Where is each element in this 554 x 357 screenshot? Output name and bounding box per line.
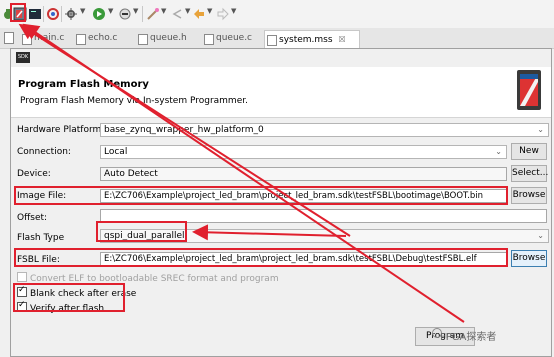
annotation-arrows (18, 23, 465, 323)
arrow-from-program-button (22, 23, 465, 323)
arrow-to-flash-type (192, 224, 347, 241)
